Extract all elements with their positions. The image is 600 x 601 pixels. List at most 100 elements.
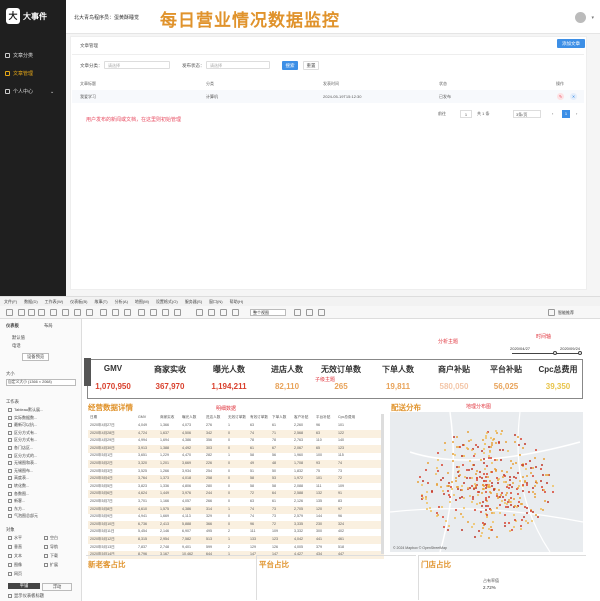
object-item[interactable]: 网页 (8, 571, 22, 577)
tab-layout[interactable]: 布局 (44, 323, 53, 329)
current-page[interactable]: 1 (562, 110, 570, 118)
sheet-item[interactable]: 无锡图布... (8, 468, 33, 474)
smart-recommend-label[interactable]: 智能推荐 (558, 310, 574, 316)
tooltip-icon[interactable] (208, 309, 215, 316)
edit-icon[interactable]: ✎ (557, 93, 564, 100)
sheet-item[interactable]: 无锡图和表... (8, 460, 37, 466)
tableau-logo-icon[interactable] (6, 309, 13, 316)
redo-icon[interactable] (28, 309, 35, 316)
object-item[interactable]: 空白 (44, 535, 58, 541)
sheet-item[interactable]: 实际数据数... (8, 415, 37, 421)
float-toggle[interactable]: 浮动 (42, 583, 72, 591)
table-cell: 2020年5月4日 (90, 476, 113, 481)
sheet-item[interactable]: 各门店区... (8, 445, 33, 451)
status-select[interactable]: 请选择 (206, 61, 270, 69)
menu-file[interactable]: 文件(F) (4, 299, 17, 304)
highlight-icon[interactable] (138, 309, 145, 316)
store-share-value: 2.72% (483, 585, 496, 590)
show-me-icon[interactable] (548, 309, 555, 316)
reset-button[interactable]: 重置 (303, 61, 319, 70)
menu-map[interactable]: 地图(M) (135, 299, 149, 304)
object-item[interactable]: 文本 (8, 553, 22, 559)
pin-icon[interactable] (220, 309, 227, 316)
sidebar-item-category[interactable]: 文章分类 (5, 52, 33, 59)
tab-dashboard[interactable]: 仪表板 (6, 323, 19, 329)
date-slider-track[interactable] (512, 353, 582, 354)
sheet-item[interactable]: 新客... (8, 498, 25, 504)
menu-server[interactable]: 服务器(S) (185, 299, 202, 304)
format-icon[interactable] (196, 309, 203, 316)
category-select[interactable]: 请选择 (104, 61, 170, 69)
date-slider-handle[interactable] (578, 351, 582, 355)
menu-data[interactable]: 数据(D) (24, 299, 38, 304)
sheet-item[interactable]: 转化数... (8, 483, 29, 489)
menu-analysis[interactable]: 分析(A) (115, 299, 128, 304)
avatar[interactable] (575, 12, 586, 23)
sheet-item[interactable]: 各数图... (8, 491, 29, 497)
show-title-checkbox[interactable]: 显示仪表板标题 (8, 593, 44, 599)
sidebar-item-articles[interactable]: 文章管理 (5, 70, 33, 77)
next-page-icon[interactable]: › (576, 110, 577, 118)
tile-toggle[interactable]: 平铺 (8, 583, 40, 589)
menu-format[interactable]: 设置格式(O) (156, 299, 178, 304)
menu-worksheet[interactable]: 工作表(W) (45, 299, 63, 304)
clear-icon[interactable] (86, 309, 93, 316)
object-item[interactable]: 导航 (44, 544, 58, 550)
object-item[interactable]: 水平 (8, 535, 22, 541)
delivery-point (507, 487, 510, 490)
sort-desc-icon[interactable] (124, 309, 131, 316)
new-datasource-icon[interactable] (50, 309, 57, 316)
sheet-item[interactable]: 区分方式有... (8, 437, 37, 443)
sheet-item[interactable]: 区分方式的... (8, 453, 37, 459)
table-cell: 4,005 (294, 544, 303, 549)
object-item[interactable]: 图像 (8, 562, 22, 568)
menu-window[interactable]: 窗口(N) (209, 299, 223, 304)
search-button[interactable]: 搜索 (282, 61, 298, 70)
delivery-map[interactable]: © 2024 Mapbox © OpenStreetMap (390, 412, 583, 552)
undo-icon[interactable] (18, 309, 25, 316)
duplicate-icon[interactable] (74, 309, 81, 316)
menu-story[interactable]: 故事(T) (94, 299, 107, 304)
sheet-item[interactable]: 东方... (8, 506, 25, 512)
table-cell: 1,266 (160, 468, 169, 473)
new-sheet-icon[interactable] (62, 309, 69, 316)
sheet-item[interactable]: 气泡图总部元 (8, 513, 38, 519)
sort-asc-icon[interactable] (112, 309, 119, 316)
size-select[interactable]: 自定义大小 (1366 × 2068) (6, 379, 76, 386)
device-preview-button[interactable]: 设备预览 (22, 353, 50, 361)
delete-icon[interactable]: ✕ (570, 93, 577, 100)
swap-icon[interactable] (100, 309, 107, 316)
sheet-item[interactable]: Tableau默认展... (8, 407, 43, 413)
object-item[interactable]: 扩展 (44, 562, 58, 568)
device-default[interactable]: 默认值 (12, 335, 25, 341)
show-cards-icon[interactable] (232, 309, 239, 316)
object-item[interactable]: 下载 (44, 553, 58, 559)
chevron-down-icon[interactable]: ▾ (591, 15, 594, 21)
table-cell: 72 (338, 476, 342, 481)
menu-dashboard[interactable]: 仪表板(B) (70, 299, 87, 304)
sidebar-item-profile[interactable]: 个人中心 ⌄ (5, 88, 54, 95)
table-cell: 4,049 (138, 423, 147, 427)
menu-help[interactable]: 帮助(H) (230, 299, 244, 304)
fit-select[interactable]: 整个视图 (250, 309, 286, 316)
date-slider-handle[interactable] (553, 351, 557, 355)
sheet-item[interactable]: 区分方式有... (8, 430, 37, 436)
label-icon[interactable] (162, 309, 169, 316)
group-icon[interactable] (150, 309, 157, 316)
page-jump-input[interactable]: 1 (460, 110, 472, 118)
prev-page-icon[interactable]: ‹ (552, 110, 553, 118)
chart-icon[interactable] (294, 309, 301, 316)
table-cell: 1,201 (160, 461, 169, 465)
add-article-button[interactable]: 添加文章 (557, 39, 585, 48)
sheet-item[interactable]: 高度表... (8, 475, 29, 481)
sheet-item[interactable]: 最新可以抗... (8, 422, 37, 428)
save-icon[interactable] (38, 309, 45, 316)
device-phone[interactable]: 电话 (12, 343, 21, 349)
share-icon[interactable] (318, 309, 325, 316)
page-size-select[interactable]: 3条/页 (513, 110, 541, 118)
fix-axes-icon[interactable] (174, 309, 181, 316)
delivery-point (446, 471, 449, 474)
object-item[interactable]: 垂直 (8, 544, 22, 550)
present-icon[interactable] (306, 309, 313, 316)
table-scrollbar[interactable] (381, 414, 384, 554)
